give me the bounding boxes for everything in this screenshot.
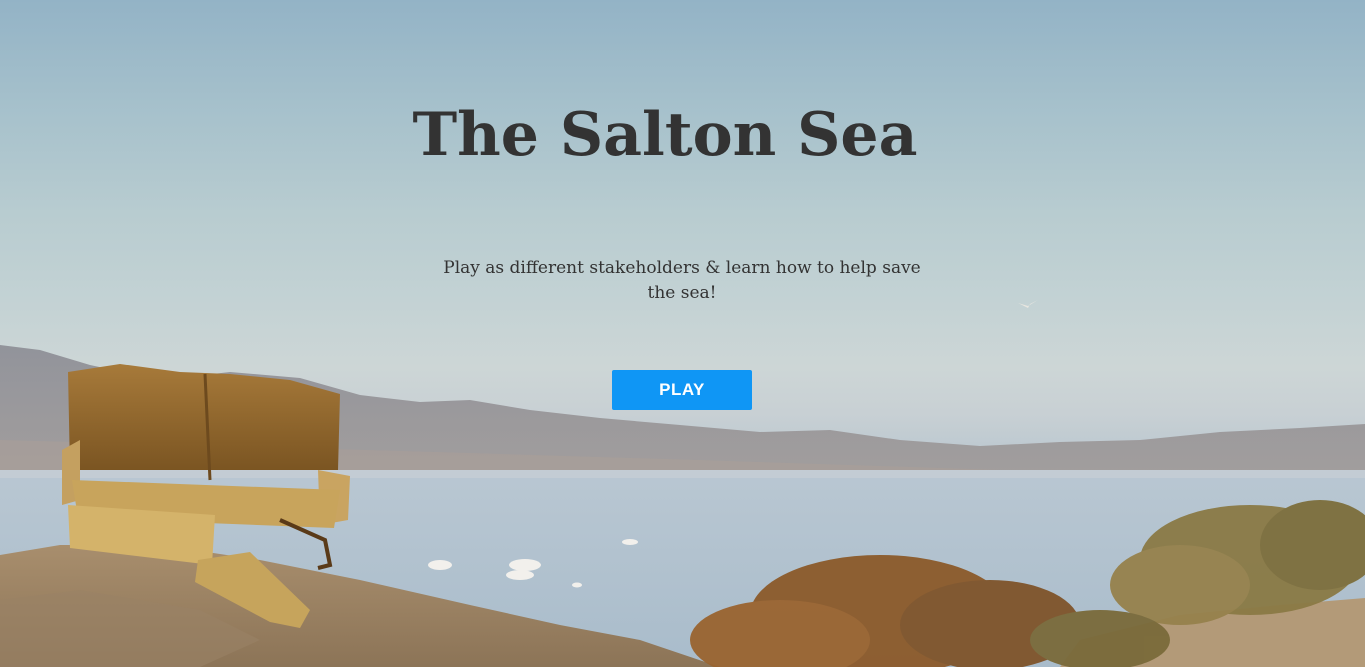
page-title: The Salton Sea	[412, 100, 918, 170]
page-subtitle: Play as different stakeholders & learn h…	[443, 258, 921, 303]
flying-bird	[1018, 300, 1038, 308]
play-button[interactable]: PLAY	[612, 370, 752, 410]
